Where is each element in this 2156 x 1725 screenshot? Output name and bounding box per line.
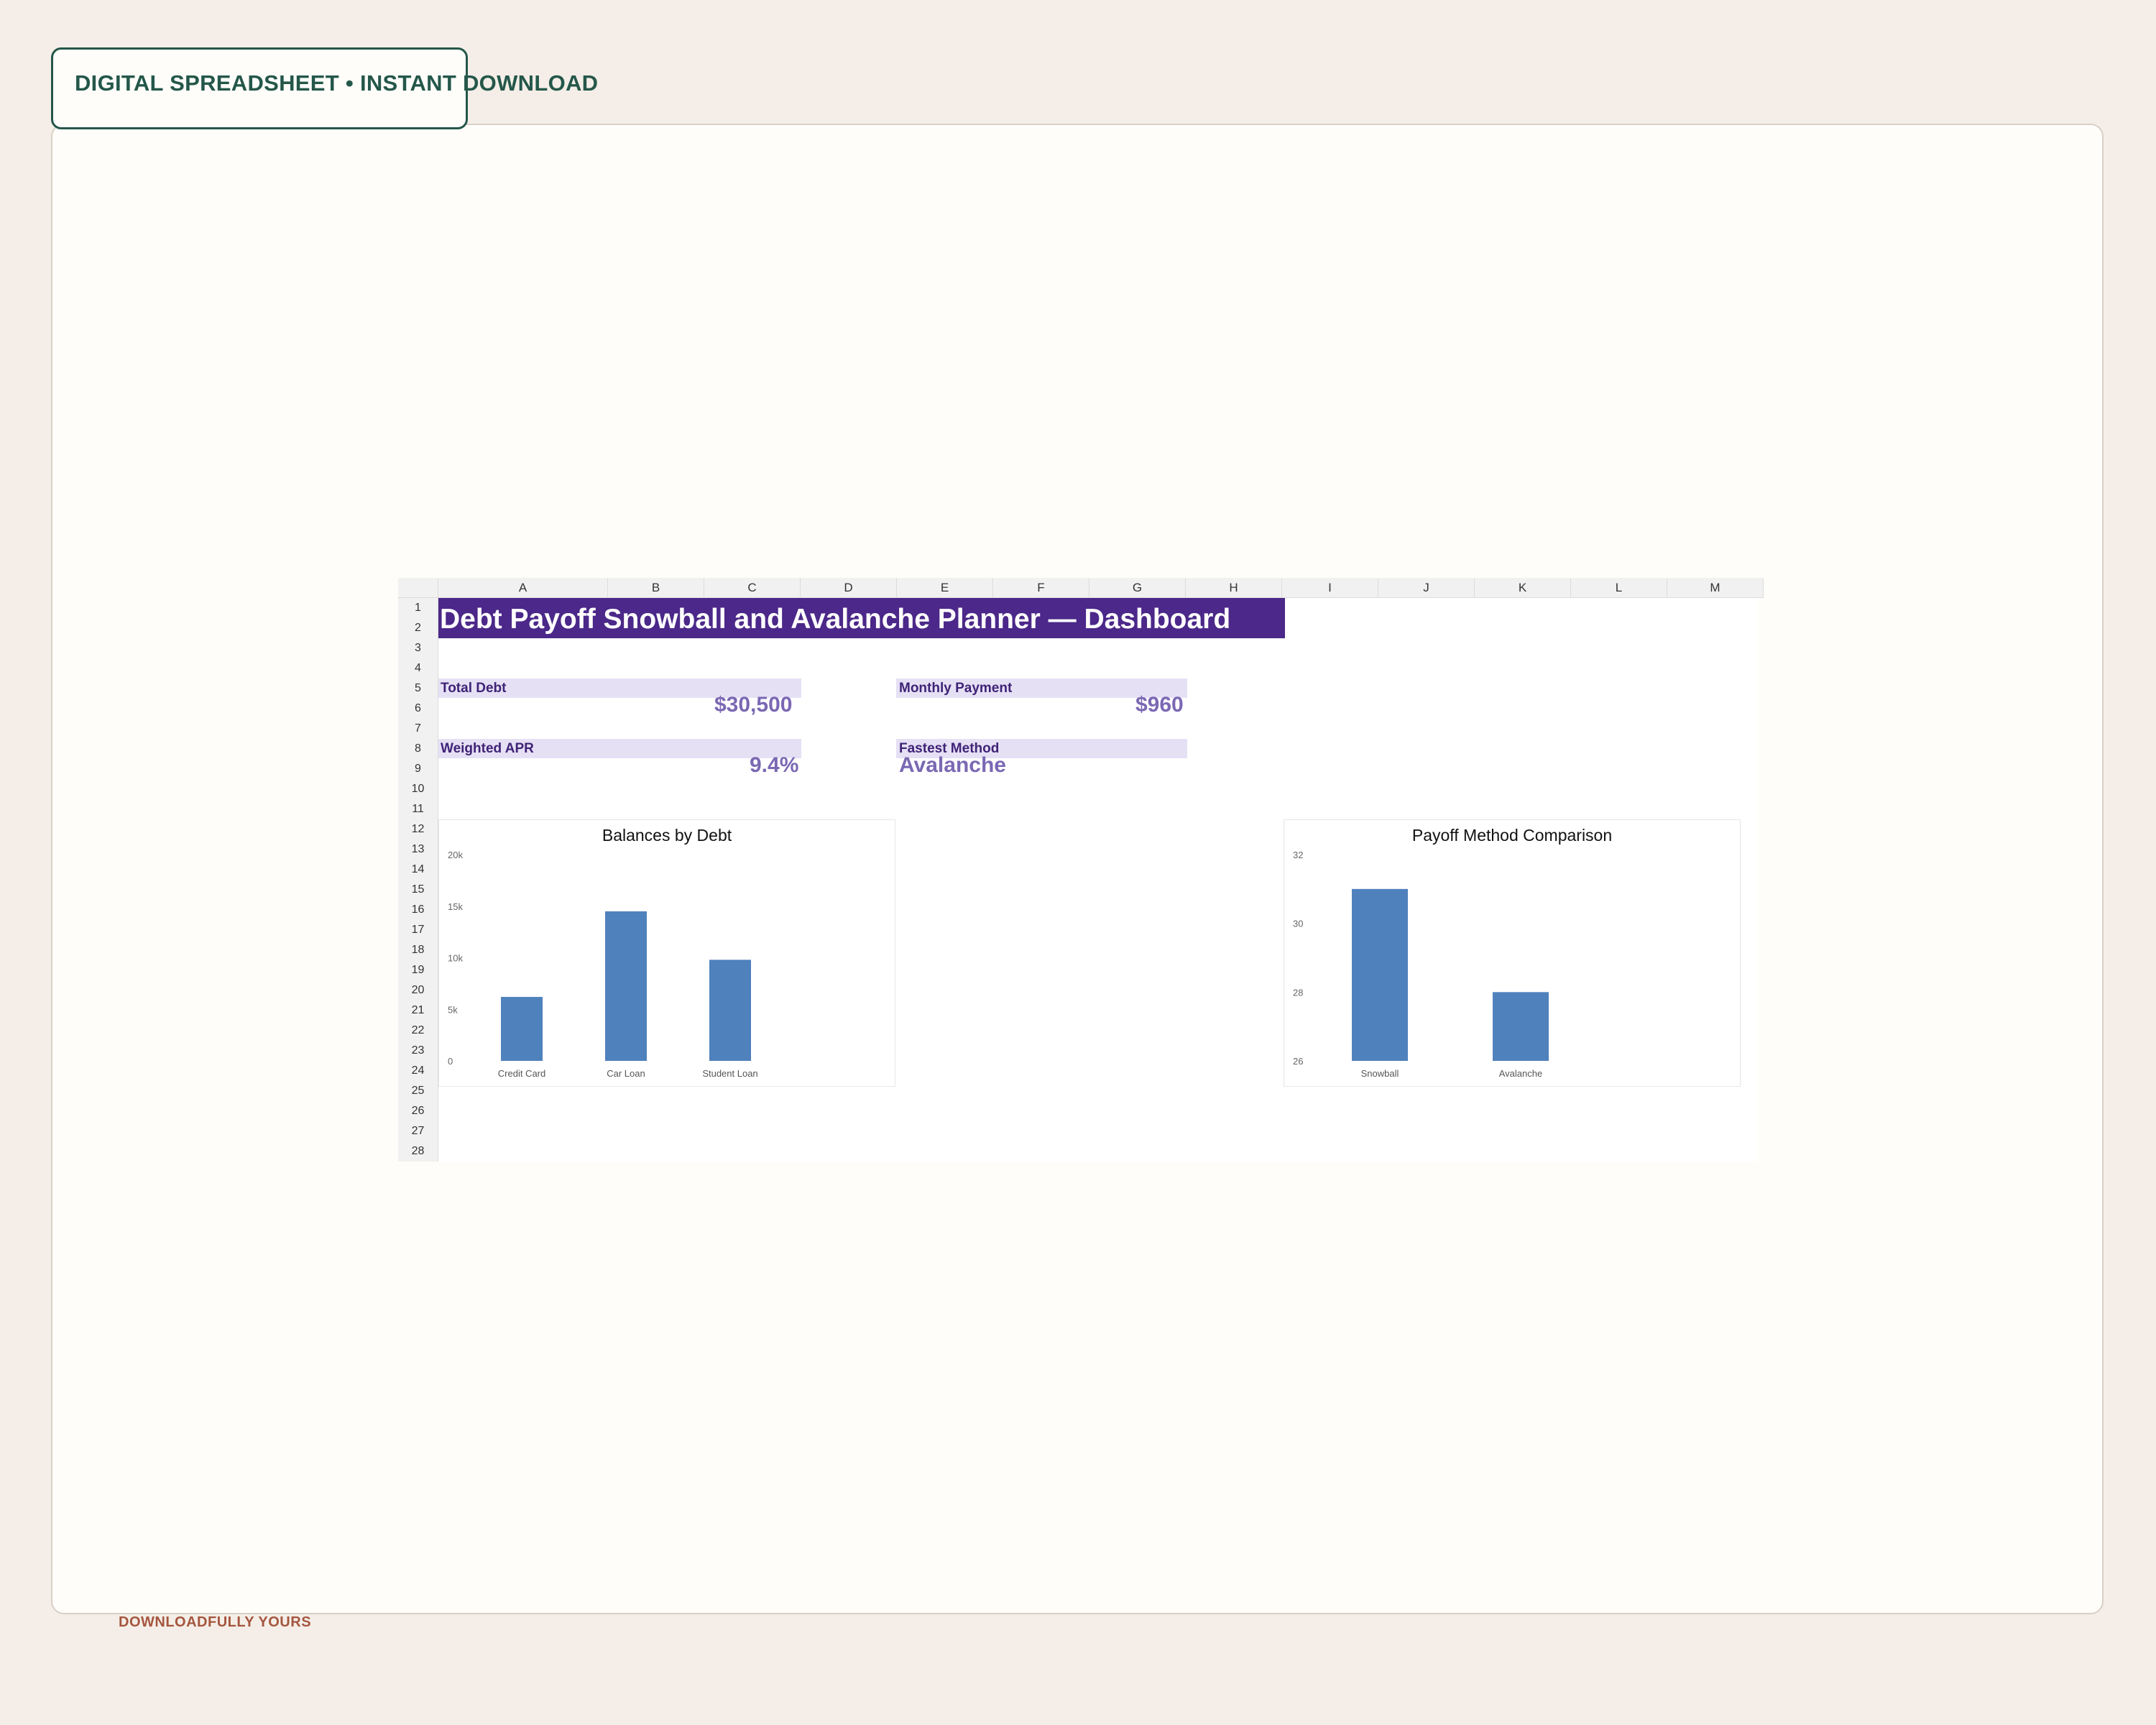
x-tick-label: Avalanche xyxy=(1499,1068,1542,1079)
monthly-payment-label: Monthly Payment xyxy=(899,681,1013,696)
row-header-23[interactable]: 23 xyxy=(398,1041,438,1061)
row-header-8[interactable]: 8 xyxy=(398,739,438,759)
row-header-2[interactable]: 2 xyxy=(398,618,438,638)
bar-snowball[interactable] xyxy=(1352,888,1408,1061)
row-header-18[interactable]: 18 xyxy=(398,940,438,960)
y-tick-label: 0 xyxy=(448,1056,453,1067)
y-tick-label: 10k xyxy=(448,953,463,964)
payoff-comparison-chart-plot: 26 28 30 32 Snowball Avalanche xyxy=(1293,850,1549,1079)
row-header-11[interactable]: 11 xyxy=(398,799,438,819)
balances-chart[interactable]: Balances by Debt 0 5k 10k 15k 20k Credit Card… xyxy=(438,819,895,1087)
bar-credit-card[interactable] xyxy=(501,997,543,1061)
row-header-21[interactable]: 21 xyxy=(398,1000,438,1021)
total-debt-value[interactable]: $30,500 xyxy=(714,693,792,717)
column-header-e[interactable]: E xyxy=(897,578,993,598)
row-header-5[interactable]: 5 xyxy=(398,678,438,699)
y-tick-label: 26 xyxy=(1293,1056,1303,1067)
weighted-apr-value[interactable]: 9.4% xyxy=(750,753,798,778)
row-header-26[interactable]: 26 xyxy=(398,1101,438,1121)
balances-chart-plot: 0 5k 10k 15k 20k Credit Card Car Loan Student L… xyxy=(448,850,758,1079)
row-header-14[interactable]: 14 xyxy=(398,860,438,880)
x-tick-label: Credit Card xyxy=(498,1068,545,1079)
total-debt-label: Total Debt xyxy=(441,681,507,696)
bar-avalanche[interactable] xyxy=(1493,992,1549,1061)
row-header-1[interactable]: 1 xyxy=(398,598,438,618)
row-header-6[interactable]: 6 xyxy=(398,699,438,719)
column-header-b[interactable]: B xyxy=(608,578,704,598)
row-header-10[interactable]: 10 xyxy=(398,779,438,799)
column-header-h[interactable]: H xyxy=(1186,578,1282,598)
column-header-g[interactable]: G xyxy=(1089,578,1186,598)
row-header-19[interactable]: 19 xyxy=(398,960,438,980)
y-tick-label: 20k xyxy=(448,850,463,860)
row-header-13[interactable]: 13 xyxy=(398,840,438,860)
y-tick-label: 5k xyxy=(448,1004,458,1015)
row-header-22[interactable]: 22 xyxy=(398,1021,438,1041)
x-tick-label: Student Loan xyxy=(702,1068,757,1079)
sheet-corner[interactable] xyxy=(398,578,438,598)
column-header-m[interactable]: M xyxy=(1667,578,1764,598)
monthly-payment-value[interactable]: $960 xyxy=(1135,693,1184,717)
row-header-9[interactable]: 9 xyxy=(398,759,438,779)
weighted-apr-label: Weighted APR xyxy=(441,741,534,756)
column-header-l[interactable]: L xyxy=(1571,578,1667,598)
row-header-3[interactable]: 3 xyxy=(398,638,438,658)
x-tick-label: Car Loan xyxy=(607,1068,645,1079)
payoff-comparison-chart[interactable]: Payoff Method Comparison 26 28 30 32 Snowbal… xyxy=(1284,819,1741,1087)
column-header-j[interactable]: J xyxy=(1378,578,1475,598)
row-header-16[interactable]: 16 xyxy=(398,900,438,920)
row-header-4[interactable]: 4 xyxy=(398,658,438,678)
row-header-24[interactable]: 24 xyxy=(398,1061,438,1081)
y-tick-label: 15k xyxy=(448,901,463,912)
row-header-20[interactable]: 20 xyxy=(398,980,438,1000)
bar-student-loan[interactable] xyxy=(709,960,751,1061)
y-tick-label: 28 xyxy=(1293,987,1303,998)
footer-brand: DOWNLOADFULLY YOURS xyxy=(119,1614,312,1630)
spreadsheet: ABCDEFGHIJKLM 1 2 3 4 5 6 7 8 9 10 11 12 13 14 15 16 17 1… xyxy=(398,578,1764,1162)
row-header-7[interactable]: 7 xyxy=(398,719,438,739)
badge-text: DIGITAL SPREADSHEET • INSTANT DOWNLOAD xyxy=(75,70,599,96)
column-header-i[interactable]: I xyxy=(1282,578,1378,598)
row-header-27[interactable]: 27 xyxy=(398,1121,438,1141)
row-header-25[interactable]: 25 xyxy=(398,1081,438,1101)
column-header-k[interactable]: K xyxy=(1475,578,1571,598)
bar-car-loan[interactable] xyxy=(605,911,647,1061)
row-header-12[interactable]: 12 xyxy=(398,819,438,840)
row-header-17[interactable]: 17 xyxy=(398,920,438,940)
column-header-a[interactable]: A xyxy=(438,578,608,598)
y-tick-label: 32 xyxy=(1293,850,1303,860)
row-header-28[interactable]: 28 xyxy=(398,1141,438,1162)
column-header-d[interactable]: D xyxy=(801,578,897,598)
fastest-method-value[interactable]: Avalanche xyxy=(899,753,1006,778)
y-tick-label: 30 xyxy=(1293,919,1303,929)
dashboard-title[interactable]: Debt Payoff Snowball and Avalanche Plann… xyxy=(440,604,1230,635)
row-header-15[interactable]: 15 xyxy=(398,880,438,900)
column-header-f[interactable]: F xyxy=(993,578,1089,598)
column-header-c[interactable]: C xyxy=(704,578,801,598)
x-tick-label: Snowball xyxy=(1361,1068,1399,1079)
